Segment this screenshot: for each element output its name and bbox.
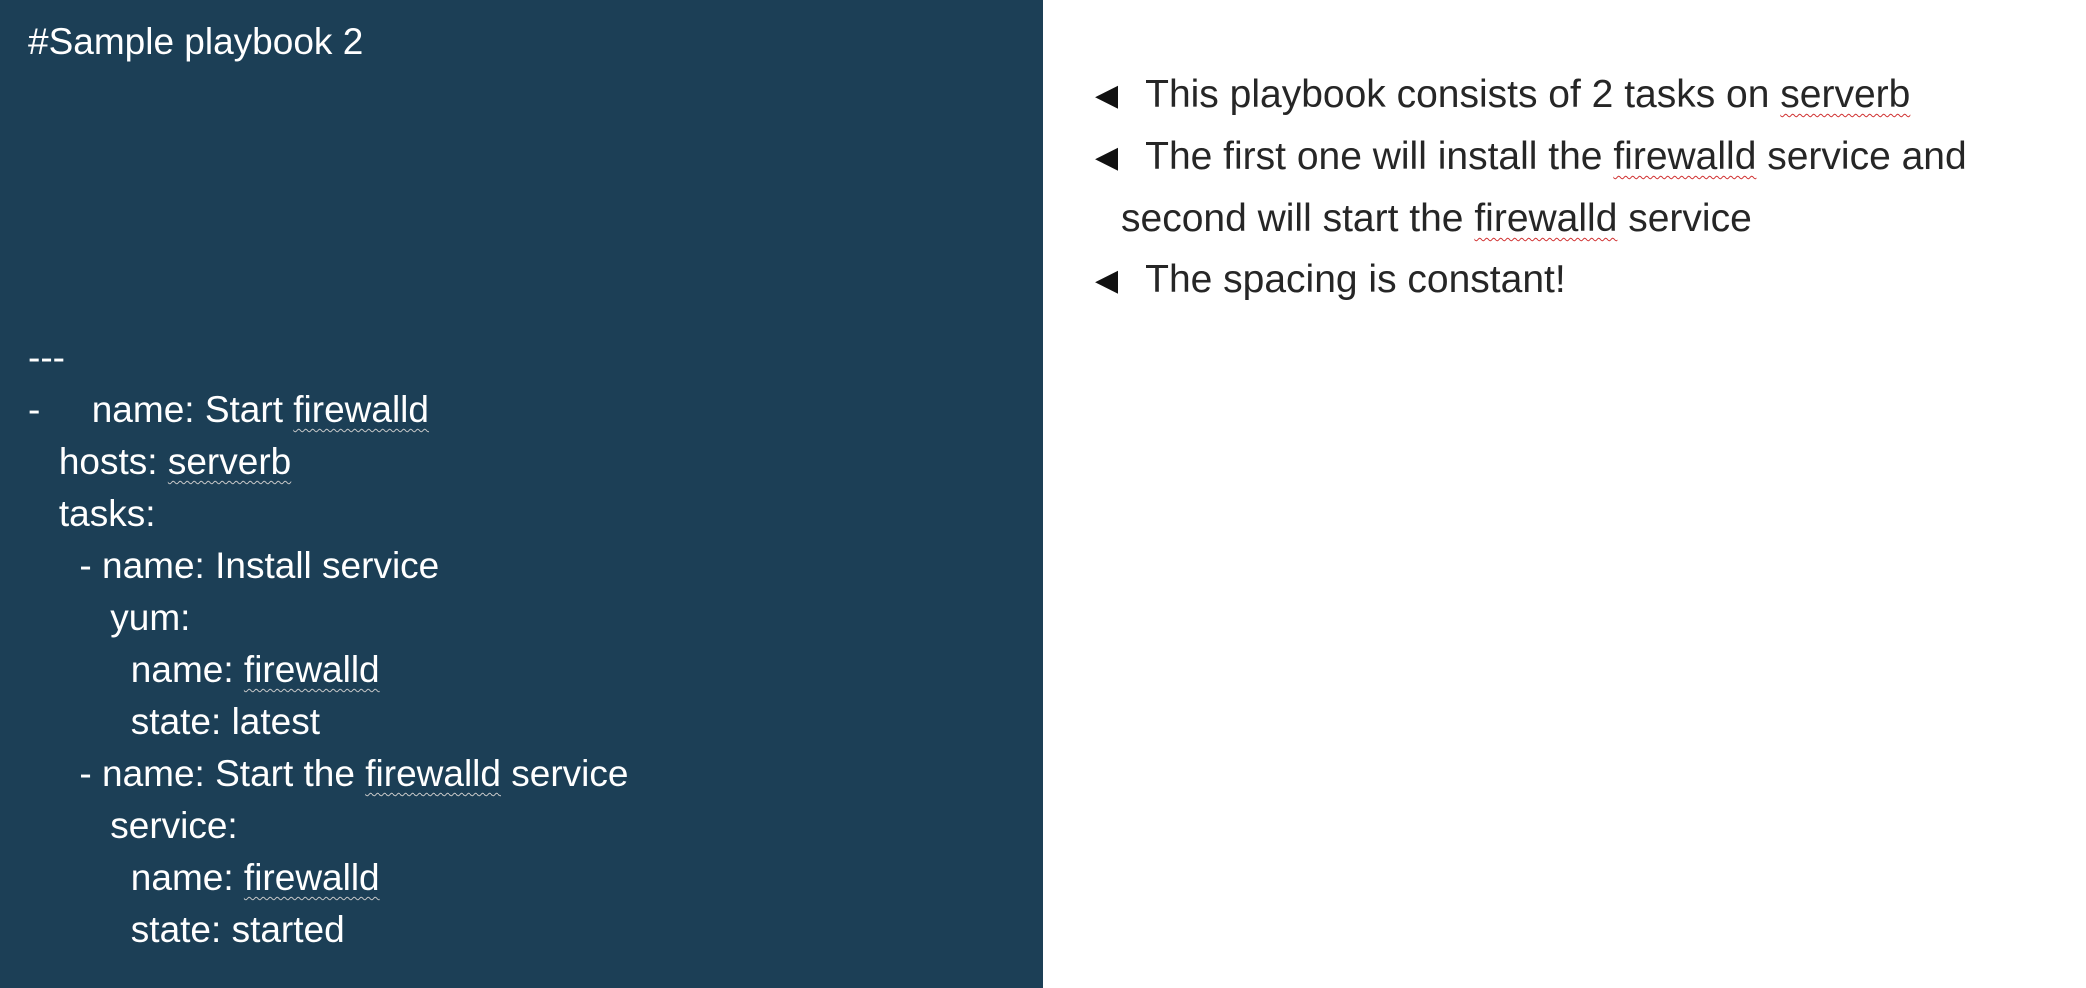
bullet-text-run: The spacing is constant!	[1135, 258, 1566, 301]
code-line: tasks:	[28, 488, 628, 540]
code-block: --- - name: Start firewalld hosts: server…	[28, 332, 628, 956]
triangle-bullet-icon: ◀	[1095, 264, 1119, 297]
code-text: service	[500, 753, 629, 794]
bullet-item: ◀ The spacing is constant!	[1095, 249, 2075, 311]
spellcheck-word: serverb	[1780, 73, 1911, 116]
code-line: name: firewalld	[28, 644, 628, 696]
code-title: #Sample playbook 2	[28, 21, 364, 62]
code-text: state: started	[28, 909, 345, 950]
bullet-list: ◀ This playbook consists of 2 tasks on s…	[1095, 64, 2075, 311]
code-text: - name: Start the	[28, 753, 366, 794]
bullet-item: second will start the firewalld service	[1095, 188, 2075, 249]
bullet-item: ◀ This playbook consists of 2 tasks on s…	[1095, 64, 2075, 126]
notes-panel: ◀ This playbook consists of 2 tasks on s…	[1043, 0, 2086, 988]
code-line: hosts: serverb	[28, 436, 628, 488]
spellcheck-word: firewalld	[243, 649, 380, 690]
bullet-text-run: service	[1617, 197, 1752, 240]
code-text: name:	[28, 857, 244, 898]
code-text: - name: Start	[28, 389, 294, 430]
triangle-bullet-icon: ◀	[1095, 141, 1119, 174]
code-line: - name: Install service	[28, 540, 628, 592]
spellcheck-word: serverb	[167, 441, 292, 482]
spellcheck-word: firewalld	[1613, 135, 1757, 178]
spellcheck-word: firewalld	[1474, 197, 1618, 240]
spellcheck-word: firewalld	[243, 857, 380, 898]
code-line: state: started	[28, 904, 628, 956]
bullet-text: This playbook consists of 2 tasks on ser…	[1135, 73, 1910, 116]
bullet-text: The spacing is constant!	[1135, 258, 1566, 301]
code-line: name: firewalld	[28, 852, 628, 904]
code-line: yum:	[28, 592, 628, 644]
bullet-text: second will start the firewalld service	[1121, 197, 1752, 240]
spellcheck-word: firewalld	[293, 389, 429, 430]
code-line: - name: Start the firewalld service	[28, 748, 628, 800]
bullet-item: ◀ The first one will install the firewal…	[1095, 126, 2075, 188]
code-line: ---	[28, 332, 628, 384]
bullet-text-run: service and	[1756, 135, 1967, 178]
code-text: ---	[28, 337, 65, 378]
triangle-bullet-icon: ◀	[1095, 79, 1119, 112]
code-text: yum:	[28, 597, 191, 638]
bullet-text-run: This playbook consists of 2 tasks on	[1135, 73, 1781, 116]
spellcheck-word: firewalld	[365, 753, 501, 794]
code-text: tasks:	[28, 493, 156, 534]
code-text: hosts:	[28, 441, 168, 482]
code-line: - name: Start firewalld	[28, 384, 628, 436]
code-text: - name: Install service	[28, 545, 440, 586]
code-line: state: latest	[28, 696, 628, 748]
code-panel: #Sample playbook 2 --- - name: Start fire…	[0, 0, 1043, 988]
code-text: service:	[28, 805, 238, 846]
bullet-text-run: second will start the	[1121, 197, 1475, 240]
bullet-text-run: The first one will install the	[1135, 135, 1614, 178]
code-line: service:	[28, 800, 628, 852]
slide: #Sample playbook 2 --- - name: Start fire…	[0, 0, 2086, 988]
bullet-text: The first one will install the firewalld…	[1135, 135, 1967, 178]
code-text: name:	[28, 649, 244, 690]
code-text: state: latest	[28, 701, 321, 742]
